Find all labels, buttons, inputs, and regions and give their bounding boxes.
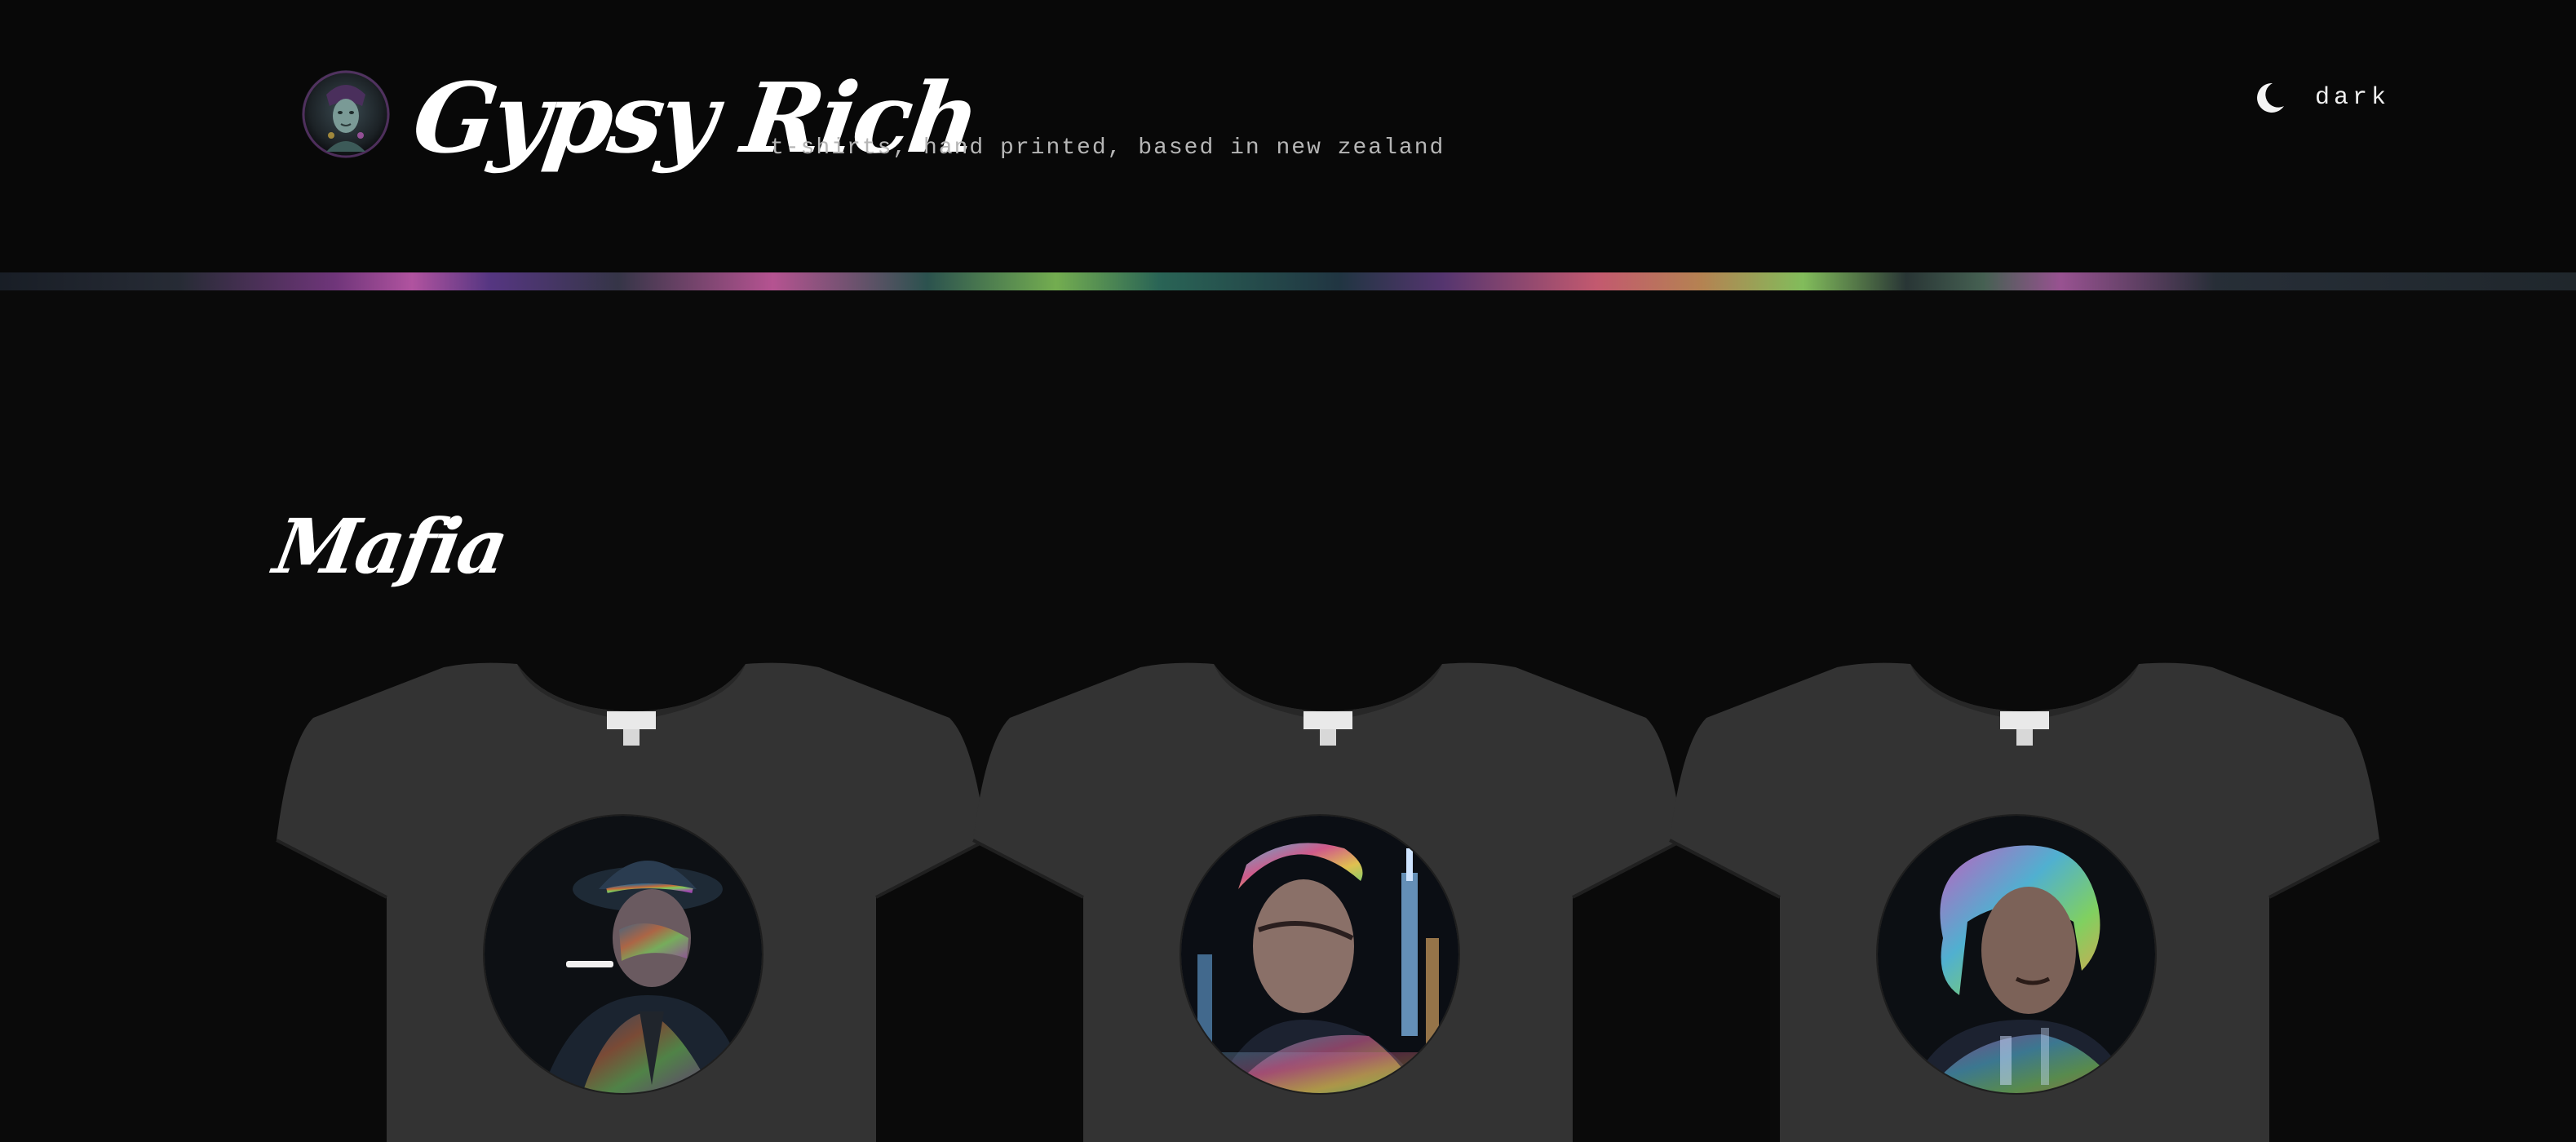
product-grid bbox=[0, 653, 2576, 1142]
design-print-mafia-man bbox=[485, 816, 762, 1093]
moon-icon bbox=[2251, 80, 2287, 116]
site-header: Gypsy Rich t-shirts, hand printed, based… bbox=[0, 0, 2576, 272]
brand-name[interactable]: Gypsy Rich bbox=[405, 57, 985, 179]
logo-icon[interactable] bbox=[302, 70, 390, 158]
theme-toggle-label: dark bbox=[2315, 84, 2391, 112]
product-card-city-man[interactable] bbox=[969, 653, 1687, 1142]
page: Gypsy Rich t-shirts, hand printed, based… bbox=[0, 0, 2576, 1142]
theme-toggle[interactable]: dark bbox=[2251, 75, 2390, 121]
tagline: t-shirts, hand printed, based in new zea… bbox=[770, 135, 1445, 161]
design-print-curly-man bbox=[1878, 816, 2155, 1093]
design-print-city-man bbox=[1181, 816, 1458, 1093]
section-title: Mafia bbox=[268, 502, 513, 591]
product-card-curly-man[interactable] bbox=[1666, 653, 2383, 1142]
iridescent-banner bbox=[0, 272, 2576, 290]
product-card-mafia-man[interactable] bbox=[272, 653, 990, 1142]
